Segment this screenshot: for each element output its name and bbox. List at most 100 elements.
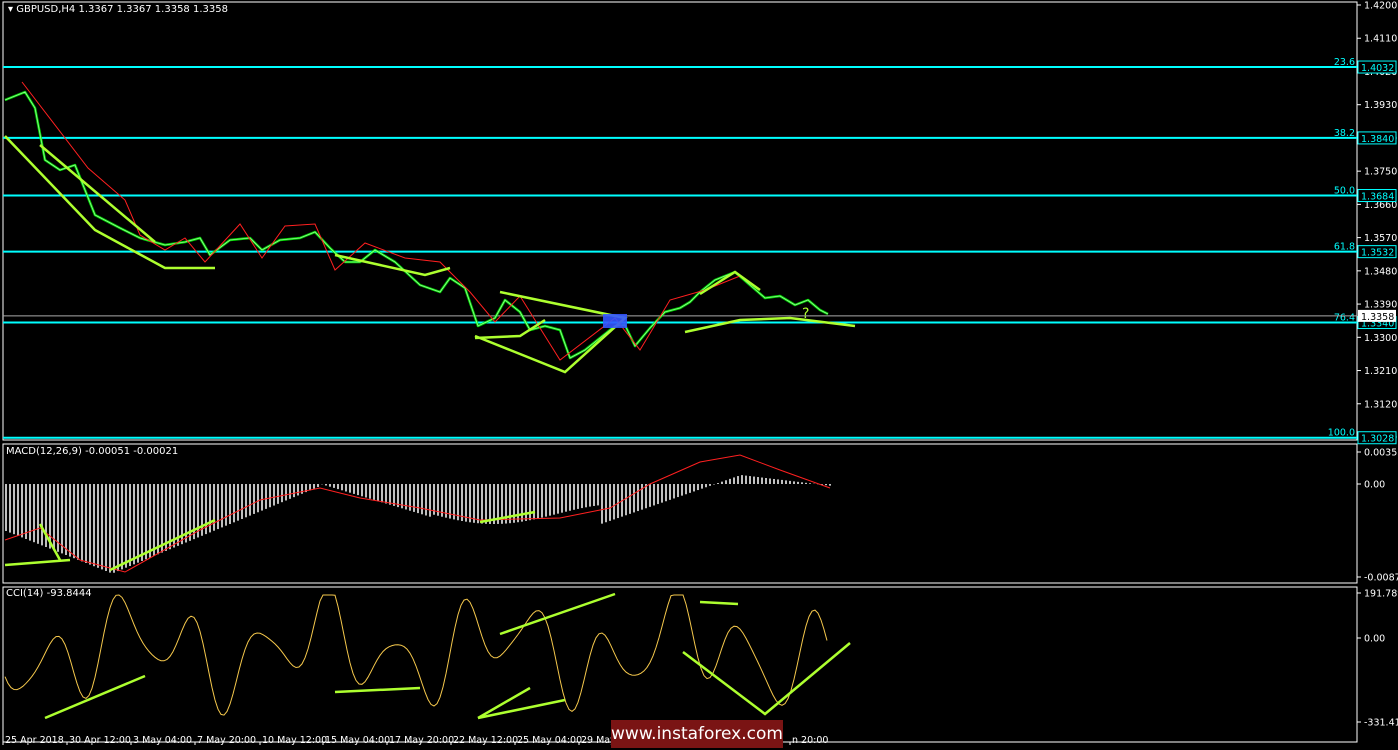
macd-histogram-bar bbox=[85, 484, 87, 563]
price-axis-label: 1.3480 bbox=[1364, 266, 1397, 277]
macd-histogram-bar bbox=[461, 484, 463, 521]
macd-histogram-bar bbox=[137, 484, 139, 563]
macd-histogram-bar bbox=[537, 484, 539, 519]
time-axis-label: 30 Apr 12:00 bbox=[69, 735, 131, 746]
macd-histogram-bar bbox=[717, 483, 719, 484]
chart-window[interactable]: 1.42001.41101.40201.39301.38401.37501.36… bbox=[0, 0, 1398, 750]
macd-histogram-bar bbox=[665, 484, 667, 502]
macd-histogram-bar bbox=[381, 484, 383, 503]
macd-histogram-bar bbox=[153, 484, 155, 556]
macd-histogram-bar bbox=[561, 484, 563, 513]
macd-histogram-bar bbox=[573, 484, 575, 510]
macd-histogram-bar bbox=[741, 475, 743, 484]
cci-trend-line bbox=[499, 592, 616, 636]
macd-histogram-bar bbox=[485, 484, 487, 524]
macd-histogram-bar bbox=[473, 484, 475, 523]
macd-histogram-bar bbox=[157, 484, 159, 555]
macd-histogram-bar bbox=[241, 484, 243, 519]
macd-histogram-bar bbox=[297, 484, 299, 496]
macd-histogram-bar bbox=[465, 484, 467, 522]
macd-histogram-bar bbox=[69, 484, 71, 557]
macd-histogram-bar bbox=[809, 483, 811, 484]
macd-histogram-bar bbox=[281, 484, 283, 503]
macd-histogram-bar bbox=[601, 484, 603, 524]
macd-histogram-bar bbox=[685, 484, 687, 495]
macd-histogram-bar bbox=[349, 484, 351, 493]
macd-histogram-bar bbox=[229, 484, 231, 525]
macd-trend-line bbox=[4, 558, 71, 567]
macd-histogram-bar bbox=[481, 484, 483, 524]
macd-histogram-bar bbox=[637, 484, 639, 512]
macd-histogram-bar bbox=[217, 484, 219, 530]
price-axis-label: 1.3390 bbox=[1364, 300, 1397, 311]
time-axis-label: n 20:00 bbox=[792, 735, 828, 746]
watermark: www.instaforex.com bbox=[611, 720, 783, 748]
macd-histogram-bar bbox=[373, 484, 375, 500]
macd-histogram-bar bbox=[5, 484, 7, 531]
macd-histogram-bar bbox=[161, 484, 163, 553]
macd-histogram-bar bbox=[125, 484, 127, 568]
macd-axis-label: 0.00355 bbox=[1364, 448, 1398, 459]
macd-histogram-bar bbox=[149, 484, 151, 558]
macd-histogram-bar bbox=[525, 484, 527, 521]
macd-histogram-bar bbox=[221, 484, 223, 528]
macd-histogram-bar bbox=[237, 484, 239, 521]
macd-histogram-bar bbox=[581, 484, 583, 509]
macd-histogram-bar bbox=[769, 478, 771, 484]
macd-histogram-bar bbox=[613, 484, 615, 520]
macd-histogram-bar bbox=[101, 484, 103, 570]
time-axis-label: 7 May 20:00 bbox=[197, 735, 256, 746]
price-axis-label: 1.3930 bbox=[1364, 100, 1397, 111]
macd-axis-label: -0.00879 bbox=[1364, 573, 1398, 584]
time-axis-label: 17 May 20:00 bbox=[389, 735, 454, 746]
cci-axis-label: -331.410 bbox=[1364, 718, 1398, 729]
macd-histogram-bar bbox=[829, 484, 831, 486]
macd-histogram-bar bbox=[37, 484, 39, 544]
macd-histogram-bar bbox=[593, 484, 595, 506]
highlight-marker bbox=[603, 314, 627, 328]
macd-axis-label: 0.00 bbox=[1364, 480, 1385, 491]
macd-histogram-bar bbox=[169, 484, 171, 550]
macd-histogram-bar bbox=[93, 484, 95, 567]
macd-histogram-bar bbox=[709, 484, 711, 486]
trend-line bbox=[39, 144, 156, 243]
fib-value-label: 1.3532 bbox=[1361, 248, 1394, 259]
dropdown-triangle-icon[interactable]: ▾ bbox=[8, 4, 13, 15]
macd-histogram-bar bbox=[677, 484, 679, 498]
macd-histogram-bar bbox=[469, 484, 471, 523]
macd-histogram-bar bbox=[529, 484, 531, 521]
macd-histogram-bar bbox=[33, 484, 35, 543]
chart-canvas[interactable]: 1.42001.41101.40201.39301.38401.37501.36… bbox=[0, 0, 1398, 750]
trend-line bbox=[684, 316, 856, 334]
trend-line bbox=[474, 290, 628, 374]
macd-histogram-bar bbox=[781, 479, 783, 484]
macd-histogram-bar bbox=[113, 484, 115, 573]
macd-histogram-bar bbox=[493, 484, 495, 524]
macd-histogram-bar bbox=[261, 484, 263, 511]
macd-histogram-bar bbox=[697, 484, 699, 491]
macd-histogram-bar bbox=[649, 484, 651, 507]
macd-histogram-bar bbox=[129, 484, 131, 567]
macd-histogram-bar bbox=[729, 478, 731, 484]
macd-histogram-bar bbox=[73, 484, 75, 559]
macd-histogram-bar bbox=[693, 484, 695, 492]
macd-histogram-bar bbox=[585, 484, 587, 508]
macd-histogram-bar bbox=[757, 477, 759, 484]
macd-histogram-bar bbox=[377, 484, 379, 502]
fib-value-label: 1.3840 bbox=[1361, 134, 1394, 145]
macd-histogram-bar bbox=[9, 484, 11, 533]
macd-histogram-bar bbox=[273, 484, 275, 506]
macd-histogram-bar bbox=[25, 484, 27, 539]
macd-histogram-bar bbox=[633, 484, 635, 513]
macd-histogram-bar bbox=[393, 484, 395, 506]
fib-level-percent: 76.4 bbox=[1334, 313, 1355, 324]
macd-histogram-bar bbox=[545, 484, 547, 517]
macd-histogram-bar bbox=[589, 484, 591, 507]
question-mark: ? bbox=[802, 306, 809, 322]
macd-histogram-bar bbox=[329, 484, 331, 487]
macd-histogram-bar bbox=[653, 484, 655, 506]
macd-histogram-bar bbox=[385, 484, 387, 504]
macd-histogram-bar bbox=[313, 484, 315, 489]
price-candles bbox=[4, 90, 829, 360]
time-axis-label: 15 May 04:00 bbox=[325, 735, 390, 746]
